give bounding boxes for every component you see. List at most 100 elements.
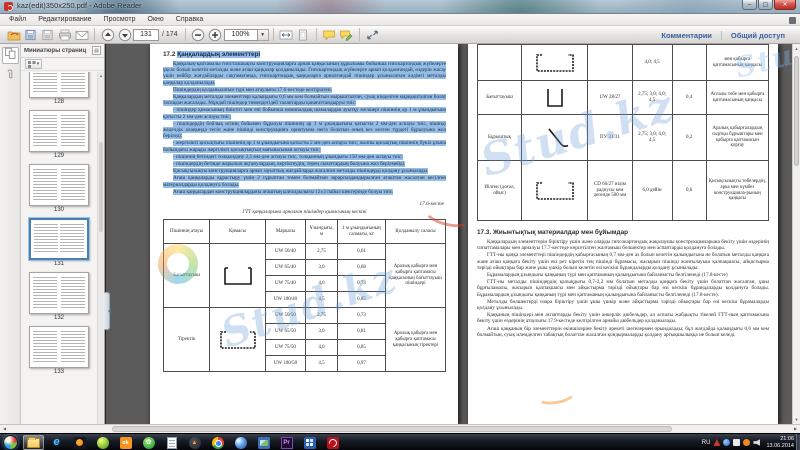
taskbar-explorer[interactable] xyxy=(23,435,44,450)
page-number-input[interactable]: 131 xyxy=(133,29,159,41)
taskbar-internet-explorer[interactable]: e xyxy=(46,435,67,450)
menu-help[interactable]: Справка xyxy=(170,14,209,26)
menu-view[interactable]: Просмотр xyxy=(98,14,142,26)
taskbar-notepad[interactable] xyxy=(161,435,182,450)
thumbnail-options-button[interactable]: ▾ xyxy=(25,59,42,69)
document-horizontal-scrollbar[interactable]: ◀ ▶ xyxy=(0,424,800,433)
paragraph: Ағаш қаңқаларды құрастыру үшін 2 сұрыпта… xyxy=(163,175,446,187)
close-button[interactable]: ✕ xyxy=(774,0,796,10)
zoom-out-button[interactable] xyxy=(190,27,207,42)
thumbnail-image xyxy=(29,218,89,260)
comment-button[interactable] xyxy=(321,27,338,42)
page-total-label: / 174 xyxy=(162,31,178,38)
profile-name-cell: Бұрыштық xyxy=(478,115,522,161)
table-header-cell: Қимасы xyxy=(210,220,266,244)
agent-ball-icon xyxy=(97,437,109,449)
language-indicator[interactable]: RU xyxy=(702,440,711,446)
tray-network-icon[interactable] xyxy=(723,439,730,446)
profile-name-cell: Иілген (доғал, ойыс) xyxy=(478,161,522,221)
fit-width-button[interactable] xyxy=(278,27,295,42)
page-thumbnails-tab[interactable] xyxy=(2,47,19,64)
zoom-level-input[interactable]: 100% xyxy=(224,29,258,41)
scroll-up-icon[interactable]: ▲ xyxy=(98,72,104,80)
scroll-down-icon[interactable]: ▼ xyxy=(793,415,800,424)
page-down-icon xyxy=(118,28,132,42)
thumbnail-page-number: 131 xyxy=(27,261,91,267)
thumbnail-page-132[interactable]: 132 xyxy=(27,272,91,321)
scrollbar-thumb[interactable] xyxy=(794,56,799,166)
length-cell: 2,75 xyxy=(306,308,338,324)
window-titlebar[interactable]: kaz(edit)350x250.pdf - Adobe Reader – ▢ … xyxy=(0,0,800,14)
scroll-right-icon[interactable]: ▶ xyxy=(791,425,800,433)
thumbnail-page-133[interactable]: 133 xyxy=(27,326,91,375)
taskbar-odnoklassniki[interactable]: ok xyxy=(115,435,136,450)
menu-edit[interactable]: Редактирование xyxy=(32,14,97,26)
taskbar-messenger[interactable]: ✿ xyxy=(138,435,159,450)
save-button[interactable] xyxy=(39,27,56,42)
thumbnail-page-131-selected[interactable]: 131 xyxy=(27,218,91,267)
thumbnail-page-129[interactable]: 129 xyxy=(27,110,91,159)
weight-cell: 0,97 xyxy=(338,356,386,372)
start-button[interactable] xyxy=(3,435,18,450)
next-page-button[interactable] xyxy=(116,27,133,42)
menu-window[interactable]: Окно xyxy=(142,14,170,26)
open-button[interactable] xyxy=(5,27,22,42)
profile-name-cell: Бағыттауыш xyxy=(164,244,210,308)
marka-cell xyxy=(588,45,632,81)
menu-file[interactable]: Файл xyxy=(3,14,32,26)
taskbar-photos[interactable] xyxy=(253,435,274,450)
thumbnails-panel-header: Миниатюры страниц ▤ xyxy=(21,44,104,58)
angle-profile-icon xyxy=(524,126,585,150)
paragraph: Қаңқалардың элементтерін біріктіру үшін … xyxy=(477,239,769,251)
thumbnail-list: 128 129 130 131 132 133 xyxy=(21,72,97,424)
scrollbar-thumb[interactable] xyxy=(112,426,672,432)
tray-monitor-icon[interactable] xyxy=(733,439,740,446)
open-icon xyxy=(7,29,21,41)
tray-updater-icon[interactable] xyxy=(743,439,750,446)
profile-section-cell xyxy=(522,45,588,81)
profile-section-cell xyxy=(210,308,266,372)
print-button[interactable] xyxy=(56,27,73,42)
tray-volume-icon[interactable] xyxy=(753,439,760,446)
taskbar-word[interactable] xyxy=(299,435,320,450)
marka-cell: UW 65/50 xyxy=(266,324,306,340)
profile-section-cell xyxy=(210,244,266,308)
annotate-button[interactable] xyxy=(338,27,355,42)
scroll-left-icon[interactable]: ◀ xyxy=(0,425,9,433)
show-desktop-button[interactable] xyxy=(796,434,800,450)
tray-alert-icon[interactable] xyxy=(713,439,720,446)
panel-options-button[interactable]: ▤ xyxy=(92,46,101,55)
scroll-up-icon[interactable]: ▲ xyxy=(793,44,800,53)
adobe-reader-icon xyxy=(327,437,339,449)
maximize-button[interactable]: ▢ xyxy=(758,0,773,10)
thumbnail-page-130[interactable]: 130 xyxy=(27,164,91,213)
section-heading-17-3: 17.3. Жиынтықтық материалдар мен бұйымда… xyxy=(477,229,769,236)
taskbar-browser-ball[interactable] xyxy=(230,435,251,450)
taskbar-adobe-reader[interactable] xyxy=(322,435,343,450)
taskbar-chrome[interactable] xyxy=(207,435,228,450)
fit-page-button[interactable] xyxy=(295,27,312,42)
previous-page-button[interactable] xyxy=(99,27,116,42)
scrollbar-thumb[interactable] xyxy=(99,142,103,232)
thumbnails-scrollbar[interactable]: ▲ xyxy=(97,72,104,424)
share-panel-button[interactable]: Общий доступ xyxy=(721,31,794,40)
fullscreen-button[interactable] xyxy=(364,27,381,42)
document-vertical-scrollbar[interactable]: ▲ ▼ xyxy=(792,44,800,424)
thumbnail-page-128[interactable]: 128 xyxy=(27,72,91,105)
zoom-in-button[interactable] xyxy=(207,27,224,42)
comments-panel-button[interactable]: Комментарии xyxy=(652,31,721,40)
taskbar-media-player[interactable] xyxy=(69,435,90,450)
minimize-button[interactable]: – xyxy=(742,0,757,10)
panel-collapse-handle[interactable] xyxy=(104,292,110,330)
taskbar-antivirus[interactable]: ▲ xyxy=(184,435,205,450)
length-cell: 2,75; 3,0; 4,0; 4,5 xyxy=(632,115,672,161)
profile-section-cell xyxy=(522,115,588,161)
email-button[interactable] xyxy=(73,27,90,42)
length-cell: 3,0 xyxy=(306,260,338,276)
zoom-dropdown-button[interactable]: ▼ xyxy=(258,29,269,41)
taskbar-agent[interactable] xyxy=(92,435,113,450)
taskbar-premiere[interactable]: Pr xyxy=(276,435,297,450)
attachments-tab[interactable] xyxy=(2,68,19,85)
taskbar-clock[interactable]: 21:06 13.06.2014 xyxy=(763,436,794,449)
save-copy-button[interactable] xyxy=(22,27,39,42)
